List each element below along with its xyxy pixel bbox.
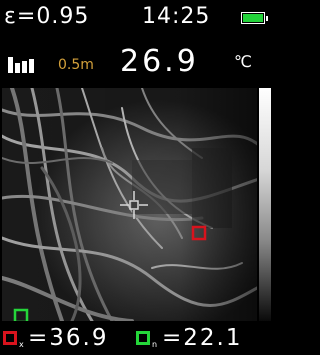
thermal-image (2, 88, 257, 321)
thermal-camera-screen: ε=0.95 14:25 0.5m 26.9 ℃ x =36.9 n =22.1 (0, 0, 271, 355)
battery-icon (241, 12, 268, 24)
min-temp-square-icon (136, 331, 150, 345)
distance-ratio-icon (8, 57, 52, 73)
battery-level-fill (243, 14, 263, 22)
palette-scale-bar (259, 88, 271, 321)
clock: 14:25 (142, 4, 211, 29)
temperature-readouts: x =36.9 n =22.1 (0, 322, 271, 355)
center-temperature: 26.9 (120, 44, 199, 79)
temperature-unit: ℃ (234, 52, 252, 71)
distance-ratio-label: 0.5m (58, 57, 94, 73)
status-bar: ε=0.95 14:25 (0, 0, 271, 36)
measurement-header: 0.5m 26.9 ℃ (0, 42, 271, 86)
min-temp-value: =22.1 (162, 325, 243, 351)
max-subscript: x (19, 340, 24, 349)
max-temp-value: =36.9 (28, 325, 109, 351)
thermal-image-view[interactable] (2, 88, 257, 321)
emissivity-label[interactable]: ε=0.95 (4, 4, 89, 30)
min-subscript: n (152, 340, 158, 349)
max-temp-square-icon (3, 331, 17, 345)
